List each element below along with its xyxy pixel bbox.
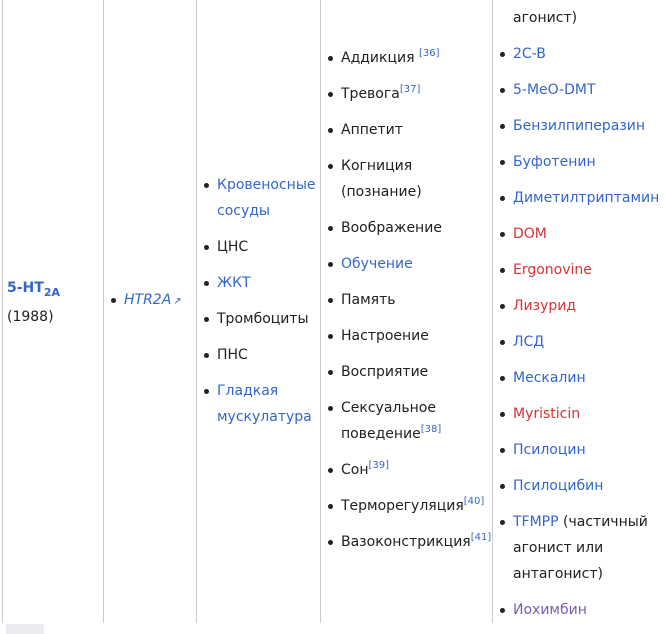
function-item: Аддикция [36] <box>328 45 491 71</box>
function-item: Настроение <box>328 323 491 349</box>
agonist-link[interactable]: 5-MeO-DMT <box>513 82 596 98</box>
tissue-link[interactable]: Кровеносные сосуды <box>217 177 316 219</box>
function-text: Аппетит <box>341 122 403 138</box>
agonist-item: Иохимбин <box>500 597 663 623</box>
function-item: Тревога[37] <box>328 81 491 107</box>
function-text: Восприятие <box>341 364 429 380</box>
function-item: Обучение <box>328 251 491 277</box>
agonist-link[interactable]: Диметилтриптамин <box>513 190 659 206</box>
function-text: Тревога <box>341 86 400 102</box>
function-item: Сон[39] <box>328 457 491 483</box>
tissue-text: ПНС <box>217 347 248 363</box>
agonist-link[interactable]: Ergonovine <box>513 262 592 278</box>
function-item: Когниция (познание) <box>328 153 491 205</box>
agonist-link[interactable]: Мескалин <box>513 370 586 386</box>
function-item: Память <box>328 287 491 313</box>
agonist-link[interactable]: Лизурид <box>513 298 576 314</box>
reference-link[interactable]: [39] <box>369 460 390 471</box>
agonist-continuation: агонист) <box>513 10 578 26</box>
reference-link[interactable]: [41] <box>471 532 492 543</box>
reference-link[interactable]: [36] <box>419 48 440 59</box>
receptor-name: 5-HT <box>7 280 44 296</box>
tissue-text: ЦНС <box>217 239 249 255</box>
agonist-link[interactable]: Псилоцин <box>513 442 586 458</box>
agonist-item: Буфотенин <box>500 149 663 175</box>
function-text: Сон <box>341 462 369 478</box>
agonist-link[interactable]: TFMPP <box>513 514 559 530</box>
tissue-item: ПНС <box>204 342 321 368</box>
horizontal-scrollbar[interactable] <box>6 624 44 634</box>
agonist-link[interactable]: Бензилпиперазин <box>513 118 645 134</box>
agonist-link[interactable]: 2C-B <box>513 46 546 62</box>
agonist-item: Мескалин <box>500 365 663 391</box>
function-text: Терморегуляция <box>341 498 464 514</box>
tissue-item: Тромбоциты <box>204 306 321 332</box>
agonist-item: Псилоцин <box>500 437 663 463</box>
reference-link[interactable]: [38] <box>421 424 442 435</box>
tissue-item: Кровеносные сосуды <box>204 172 321 224</box>
tissue-item: ЦНС <box>204 234 321 260</box>
function-text: Настроение <box>341 328 429 344</box>
external-link-icon: ↗ <box>173 296 182 307</box>
receptor-cell: 5-HT2A (1988) <box>2 0 104 623</box>
function-cell: Аддикция [36] Тревога[37] Аппетит Когниция … <box>320 0 493 623</box>
tissue-link[interactable]: Гладкая мускулатура <box>217 383 312 425</box>
agonist-item: ЛСД <box>500 329 663 355</box>
tissue-item: ЖКТ <box>204 270 321 296</box>
agonist-item: 2C-B <box>500 41 663 67</box>
tissue-link[interactable]: ЖКТ <box>217 275 251 291</box>
agonist-item: DOM <box>500 221 663 247</box>
agonist-item: Диметилтриптамин <box>500 185 663 211</box>
function-text: Память <box>341 292 396 308</box>
function-text: Вазоконстрикция <box>341 534 471 550</box>
receptor-link[interactable]: 5-HT2A <box>7 280 60 299</box>
agonist-item: TFMPP (частичный агонист или антагонист) <box>500 509 663 587</box>
reference-link[interactable]: [40] <box>464 496 485 507</box>
agonist-link[interactable]: Псилоцибин <box>513 478 603 494</box>
receptor-subscript: 2A <box>43 285 60 299</box>
agonist-link[interactable]: Буфотенин <box>513 154 596 170</box>
tissue-item: Гладкая мускулатура <box>204 378 321 430</box>
agonist-item: Лизурид <box>500 293 663 319</box>
function-text: Сексуальное поведение <box>341 400 436 442</box>
agonist-link[interactable]: DOM <box>513 226 547 242</box>
reference-link[interactable]: [37] <box>400 84 421 95</box>
agonist-item: Бензилпиперазин <box>500 113 663 139</box>
function-text: Когниция (познание) <box>341 158 422 200</box>
gene-link[interactable]: HTR2A <box>124 292 171 308</box>
function-text: Аддикция <box>341 50 419 66</box>
agonist-item: Myristicin <box>500 401 663 427</box>
agonist-item: Псилоцибин <box>500 473 663 499</box>
agonist-cell: агонист) 2C-B 5-MeO-DMT Бензилпиперазин Буфо… <box>492 0 666 623</box>
function-link[interactable]: Обучение <box>341 256 413 272</box>
function-item: Терморегуляция[40] <box>328 493 491 519</box>
agonist-item: 5-MeO-DMT <box>500 77 663 103</box>
function-item: Восприятие <box>328 359 491 385</box>
agonist-link[interactable]: ЛСД <box>513 334 544 350</box>
function-item: Вазоконстрикция[41] <box>328 529 492 555</box>
function-item: Сексуальное поведение[38] <box>328 395 491 447</box>
agonist-link[interactable]: Myristicin <box>513 406 580 422</box>
function-item: Воображение <box>328 215 491 241</box>
function-text: Воображение <box>341 220 442 236</box>
receptor-year: (1988) <box>7 308 54 325</box>
gene-cell: HTR2A ↗ <box>103 0 197 623</box>
agonist-link[interactable]: Иохимбин <box>513 602 587 618</box>
tissue-cell: Кровеносные сосуды ЦНС ЖКТ Тромбоциты ПНС Гла… <box>196 0 321 623</box>
function-item: Аппетит <box>328 117 491 143</box>
tissue-text: Тромбоциты <box>217 311 309 327</box>
agonist-item: Ergonovine <box>500 257 663 283</box>
